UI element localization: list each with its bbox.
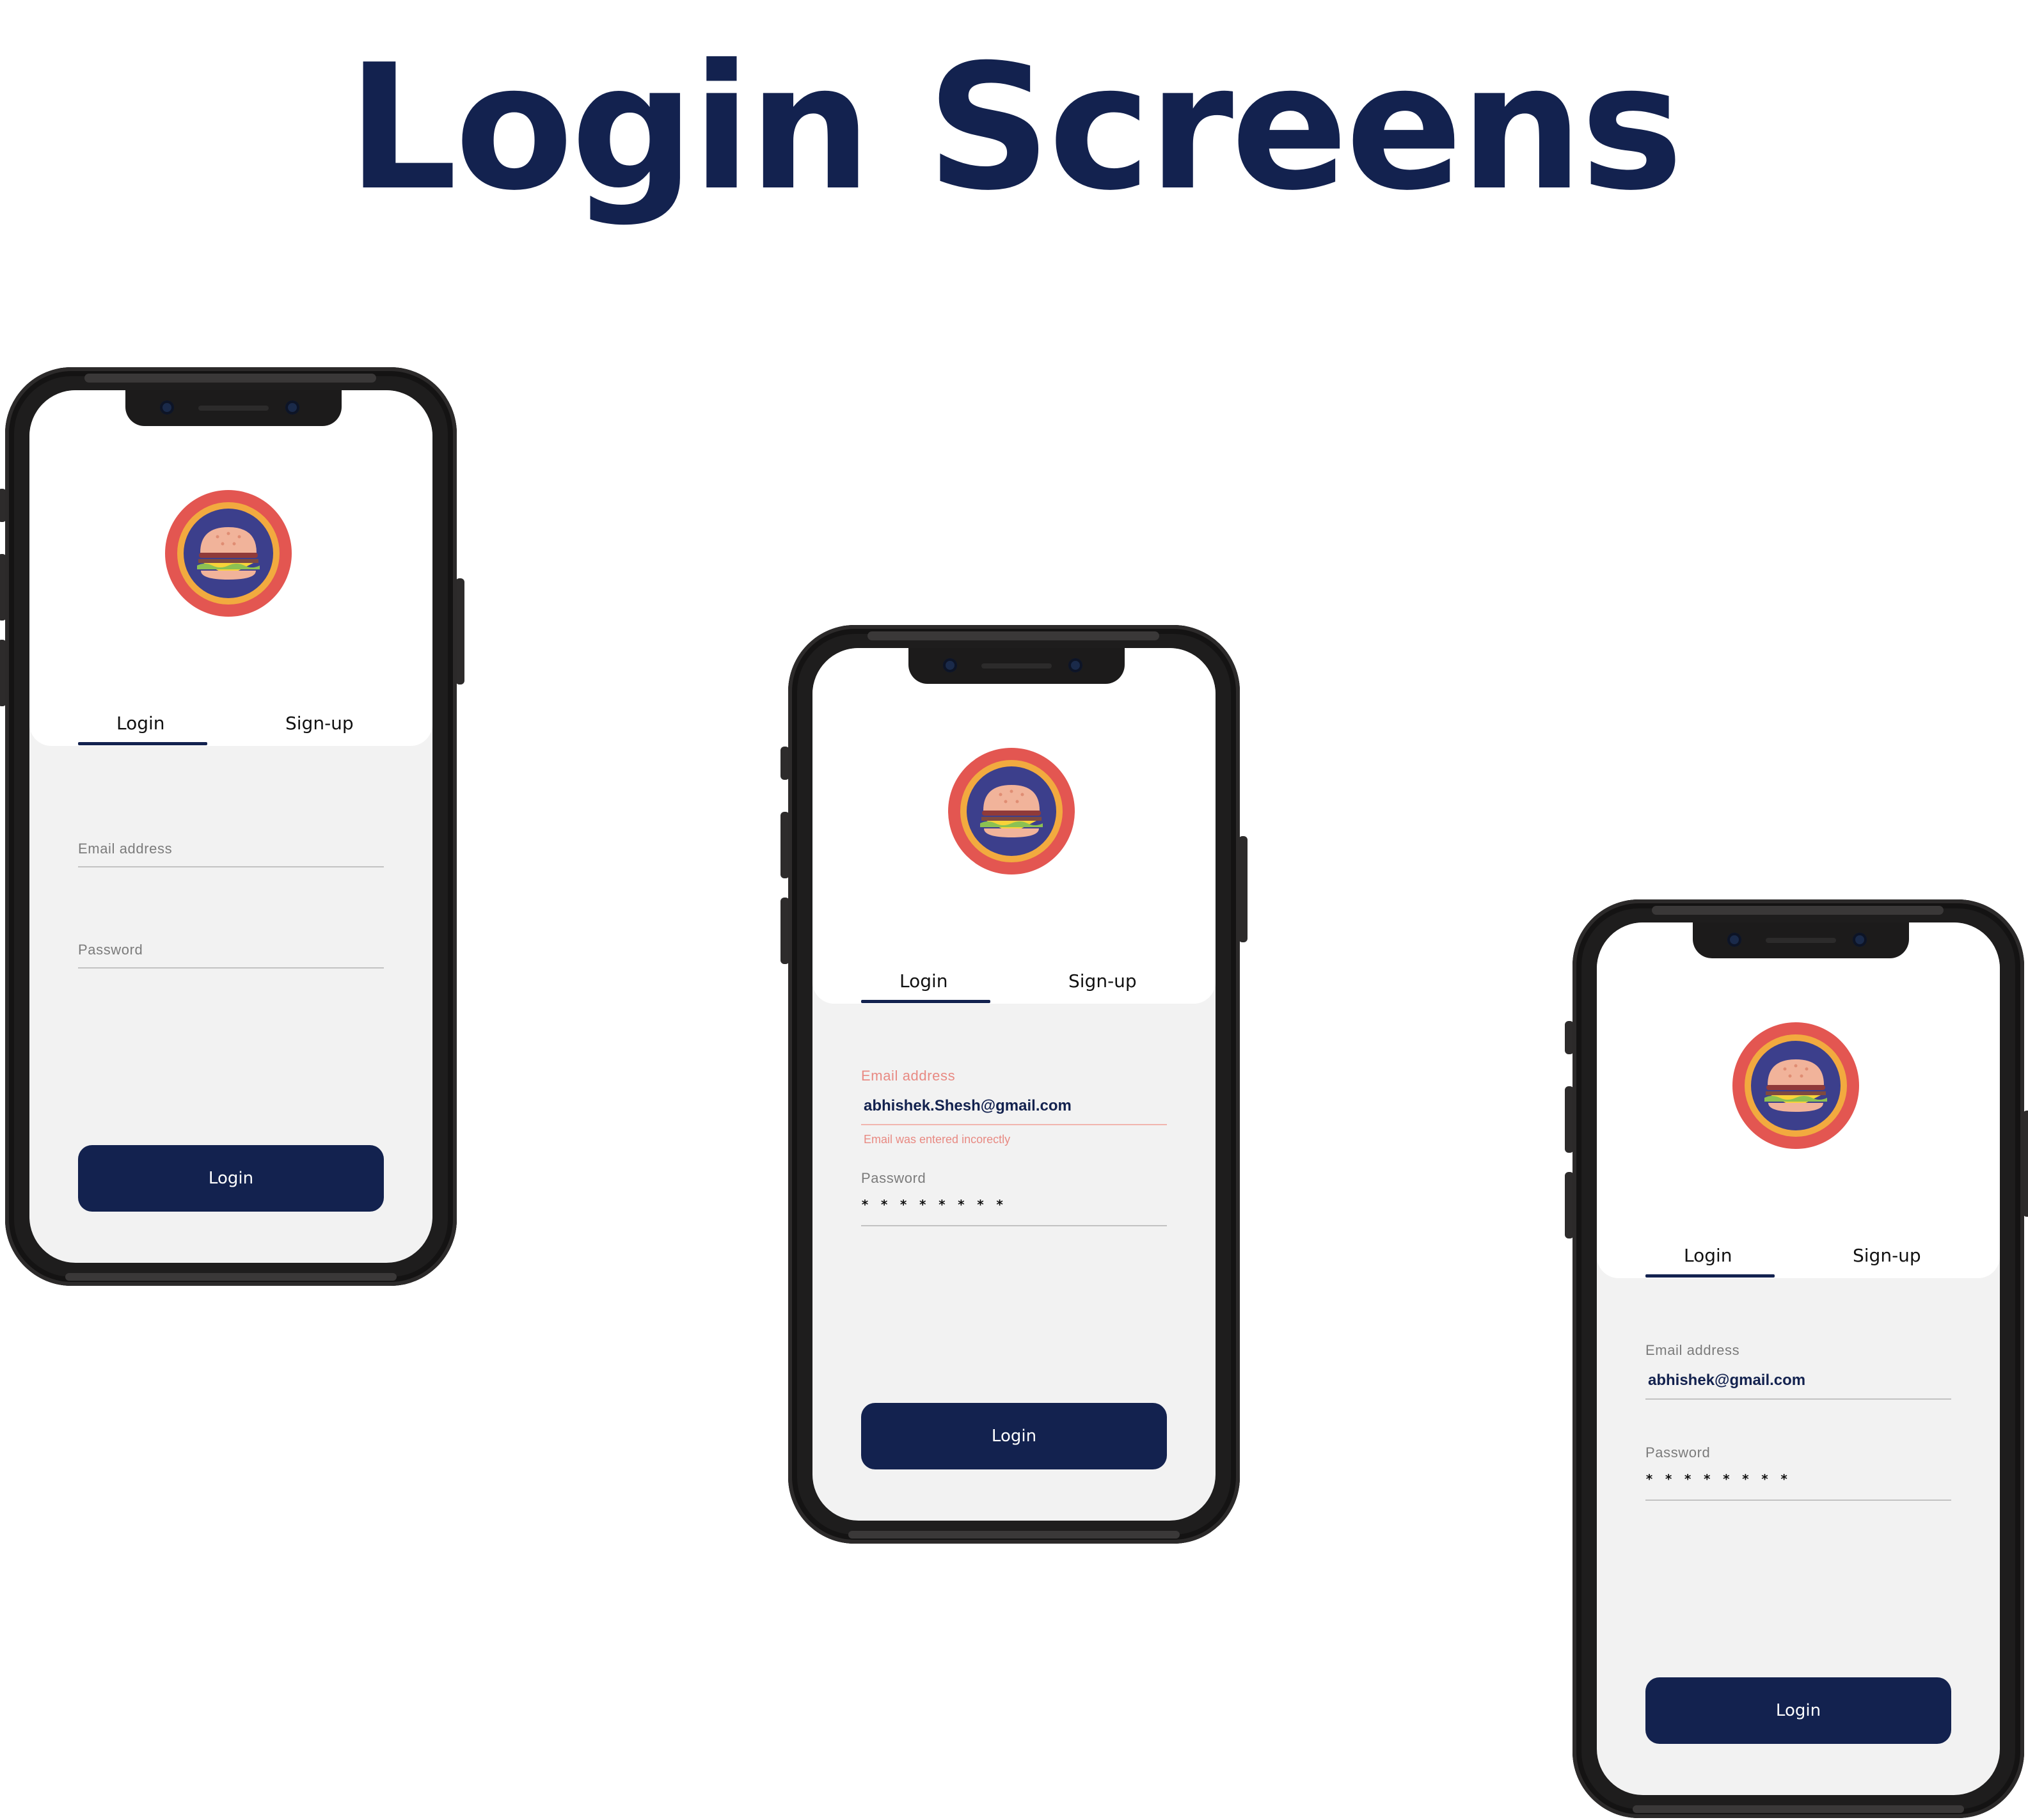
- tab-signup[interactable]: Sign-up: [285, 713, 354, 734]
- email-underline: [1645, 1398, 1951, 1400]
- password-field[interactable]: [78, 967, 384, 969]
- password-label: Password: [1645, 1444, 1711, 1460]
- page-title: Login Screens: [347, 27, 1683, 228]
- email-label: Email address: [1645, 1342, 1740, 1358]
- speaker-grille: [981, 663, 1052, 669]
- phone-login-error: Login Sign-up Email address abhishek.She…: [780, 625, 1248, 1544]
- password-underline: [1645, 1500, 1951, 1501]
- phone-bottom-edge: [848, 1531, 1180, 1539]
- notch: [125, 390, 342, 426]
- notch: [1693, 922, 1909, 958]
- burger-logo-icon: [948, 748, 1075, 874]
- tab-login[interactable]: Login: [899, 970, 948, 992]
- camera-icon: [160, 400, 174, 415]
- power-button: [1239, 836, 1248, 942]
- power-button: [456, 578, 464, 684]
- burger-logo-icon: [165, 490, 292, 617]
- email-field[interactable]: abhishek.Shesh@gmail.com: [864, 1097, 1072, 1115]
- phone-top-edge: [84, 374, 376, 383]
- password-label: Password: [78, 942, 143, 958]
- email-field[interactable]: [78, 866, 384, 867]
- speaker-grille: [198, 406, 269, 411]
- phone-bottom-edge: [65, 1273, 397, 1281]
- tab-signup[interactable]: Sign-up: [1853, 1245, 1921, 1266]
- email-error-message: Email was entered incorectly: [864, 1133, 1011, 1146]
- password-field[interactable]: * * * * * * * *: [861, 1197, 1006, 1212]
- email-label: Email address: [78, 841, 173, 857]
- tab-signup[interactable]: Sign-up: [1068, 970, 1137, 992]
- phone-top-edge: [867, 631, 1159, 640]
- burger-logo-icon: [1732, 1022, 1859, 1149]
- login-button[interactable]: Login: [861, 1403, 1167, 1469]
- login-button[interactable]: Login: [1645, 1677, 1951, 1744]
- email-label: Email address: [861, 1068, 956, 1084]
- screen: Login Sign-up Email address Password Log…: [29, 390, 432, 1263]
- phone-bottom-edge: [1633, 1805, 1964, 1813]
- screen: Login Sign-up Email address abhishek.She…: [812, 648, 1216, 1521]
- camera-icon: [285, 400, 299, 415]
- screen: Login Sign-up Email address abhishek@gma…: [1597, 922, 2000, 1795]
- email-field[interactable]: abhishek@gmail.com: [1648, 1372, 1805, 1389]
- speaker-grille: [1766, 938, 1836, 943]
- active-tab-indicator: [78, 742, 207, 745]
- active-tab-indicator: [1645, 1274, 1775, 1278]
- email-underline: [861, 1124, 1167, 1125]
- camera-icon: [1853, 933, 1867, 947]
- camera-icon: [943, 658, 957, 672]
- phone-login-filled: Login Sign-up Email address abhishek@gma…: [1565, 899, 2028, 1818]
- phone-top-edge: [1652, 906, 1944, 915]
- active-tab-indicator: [861, 1000, 990, 1003]
- notch: [908, 648, 1125, 684]
- password-field[interactable]: * * * * * * * *: [1645, 1471, 1790, 1487]
- camera-icon: [1727, 933, 1741, 947]
- password-label: Password: [861, 1170, 926, 1186]
- tab-login[interactable]: Login: [1684, 1245, 1732, 1266]
- tab-login[interactable]: Login: [116, 713, 165, 734]
- camera-icon: [1068, 658, 1082, 672]
- login-button[interactable]: Login: [78, 1145, 384, 1212]
- phone-login-empty: Login Sign-up Email address Password Log…: [0, 367, 464, 1286]
- password-underline: [861, 1225, 1167, 1226]
